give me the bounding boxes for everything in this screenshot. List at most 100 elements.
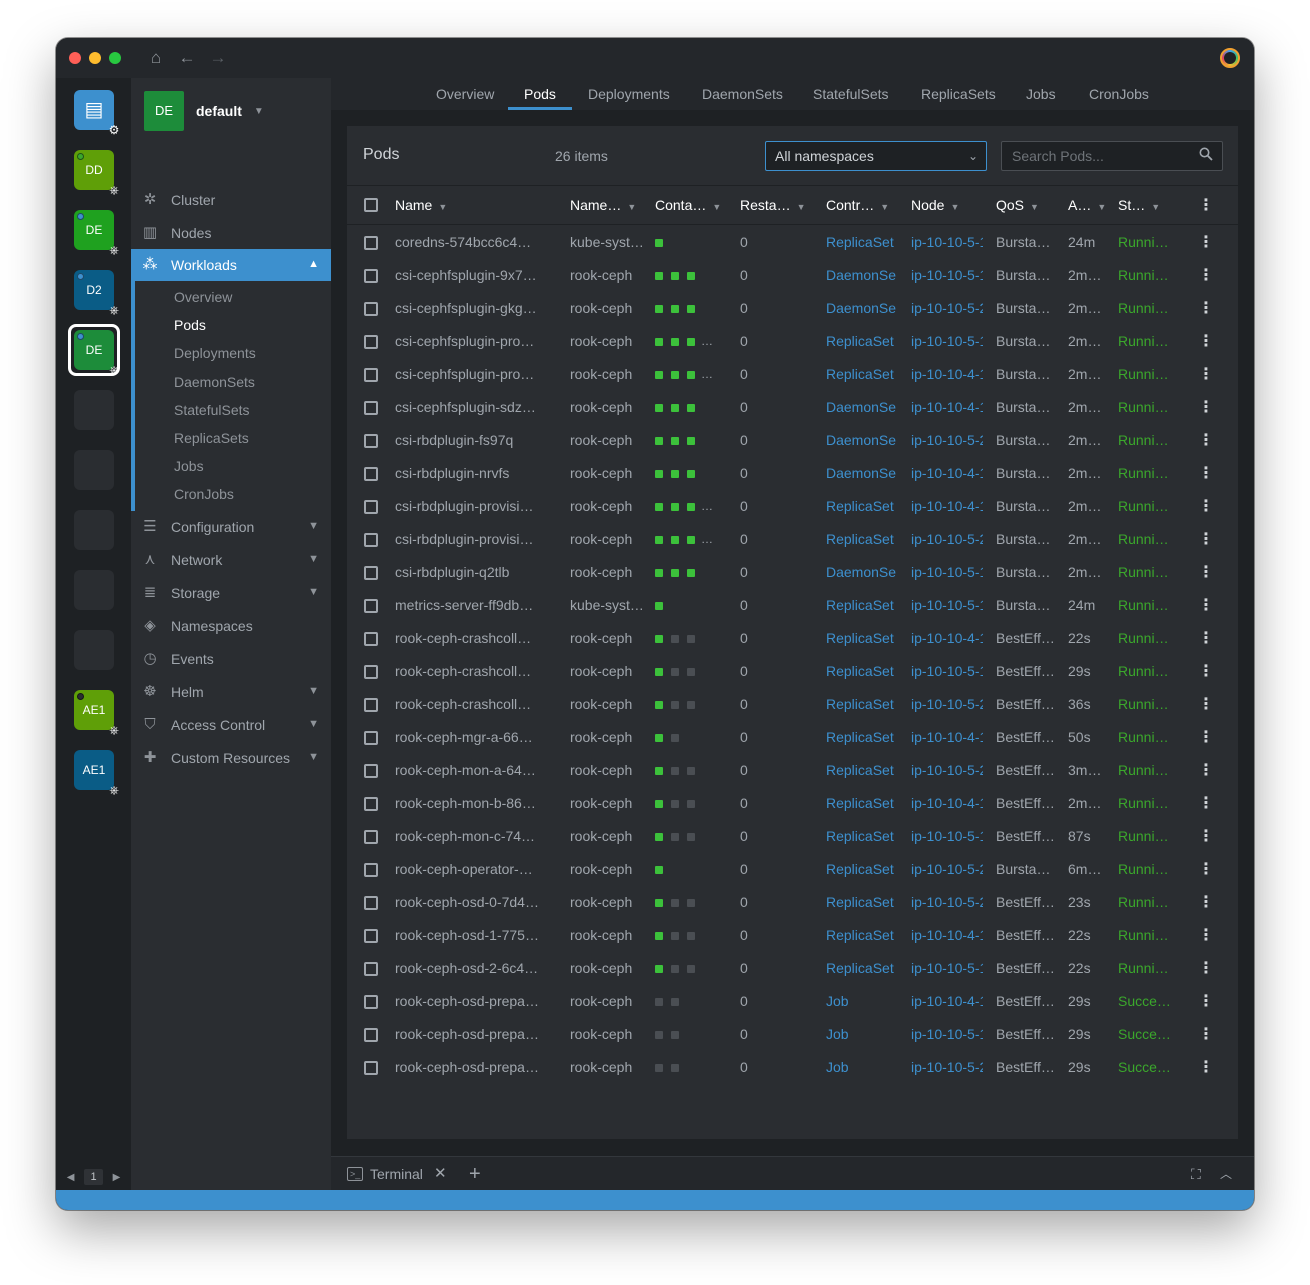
table-row[interactable]: rook-ceph-mgr-a-66… rook-ceph 0 ReplicaSet i… [347, 721, 1238, 754]
table-row[interactable]: rook-ceph-mon-a-64… rook-ceph 0 ReplicaSet i… [347, 754, 1238, 787]
tab-replicasets[interactable]: ReplicaSets [921, 78, 996, 110]
table-row[interactable]: csi-cephfsplugin-pro… rook-ceph … 0 ReplicaS… [347, 325, 1238, 358]
table-row[interactable]: rook-ceph-mon-c-74… rook-ceph 0 ReplicaSet i… [347, 820, 1238, 853]
controlled-by-link[interactable]: ReplicaSet [826, 589, 896, 622]
hotbar-cluster-4[interactable]: DE ⎈ [68, 324, 120, 377]
controlled-by-link[interactable]: ReplicaSet [826, 721, 896, 754]
row-checkbox[interactable] [364, 797, 378, 811]
sidebar-item-nodes[interactable]: ▥ Nodes [131, 216, 331, 249]
close-window-button[interactable] [69, 52, 81, 64]
controlled-by-link[interactable]: ReplicaSet [826, 358, 896, 391]
node-link[interactable]: ip-10-10-4-1 [911, 490, 983, 523]
row-checkbox[interactable] [364, 335, 378, 349]
row-checkbox[interactable] [364, 236, 378, 250]
hotbar-empty-slot[interactable] [74, 630, 114, 670]
node-link[interactable]: ip-10-10-5-2 [911, 754, 983, 787]
row-menu-icon[interactable]: ⋮ [1198, 622, 1214, 655]
row-checkbox[interactable] [364, 863, 378, 877]
tab-pods[interactable]: Pods [524, 78, 556, 110]
user-avatar-icon[interactable] [1220, 48, 1240, 68]
tab-jobs[interactable]: Jobs [1026, 78, 1056, 110]
controlled-by-link[interactable]: Job [826, 1051, 896, 1084]
column-header-qos[interactable]: QoS ▼ [996, 186, 1039, 225]
node-link[interactable]: ip-10-10-5-1 [911, 325, 983, 358]
subnav-item-statefulsets[interactable]: StatefulSets [135, 396, 331, 424]
table-row[interactable]: csi-cephfsplugin-pro… rook-ceph … 0 ReplicaS… [347, 358, 1238, 391]
controlled-by-link[interactable]: Job [826, 1018, 896, 1051]
controlled-by-link[interactable]: ReplicaSet [826, 655, 896, 688]
node-link[interactable]: ip-10-10-4-1 [911, 358, 983, 391]
table-row[interactable]: rook-ceph-operator-… rook-ceph 0 ReplicaSet… [347, 853, 1238, 886]
row-checkbox[interactable] [364, 500, 378, 514]
table-row[interactable]: csi-rbdplugin-q2tlb rook-ceph 0 DaemonSet ip… [347, 556, 1238, 589]
row-menu-icon[interactable]: ⋮ [1198, 259, 1214, 292]
sidebar-item-custom-resources[interactable]: ✚ Custom Resources ▼ [131, 742, 331, 775]
close-icon[interactable]: ✕ [434, 1157, 447, 1191]
row-checkbox[interactable] [364, 1028, 378, 1042]
row-checkbox[interactable] [364, 368, 378, 382]
table-row[interactable]: rook-ceph-osd-prepa… rook-ceph 0 Job ip-10-1… [347, 985, 1238, 1018]
controlled-by-link[interactable]: ReplicaSet [826, 853, 896, 886]
node-link[interactable]: ip-10-10-4-1 [911, 919, 983, 952]
cluster-header[interactable]: DE default ▼ [144, 91, 264, 131]
table-row[interactable]: rook-ceph-osd-1-775… rook-ceph 0 ReplicaSet… [347, 919, 1238, 952]
hotbar-cluster-0[interactable]: ▤ ⚙ [74, 90, 119, 137]
node-link[interactable]: ip-10-10-5-1 [911, 1018, 983, 1051]
row-menu-icon[interactable]: ⋮ [1198, 391, 1214, 424]
row-checkbox[interactable] [364, 698, 378, 712]
row-checkbox[interactable] [364, 731, 378, 745]
row-checkbox[interactable] [364, 434, 378, 448]
node-link[interactable]: ip-10-10-4-1 [911, 721, 983, 754]
hotbar-cluster-1[interactable]: DD ⎈ [74, 150, 119, 197]
tab-deployments[interactable]: Deployments [588, 78, 670, 110]
select-all-checkbox[interactable] [364, 198, 378, 212]
sidebar-item-cluster[interactable]: ✲ Cluster [131, 183, 331, 216]
table-row[interactable]: csi-rbdplugin-nrvfs rook-ceph 0 DaemonSet ip… [347, 457, 1238, 490]
table-row[interactable]: csi-rbdplugin-provisi… rook-ceph … 0 Replica… [347, 523, 1238, 556]
row-menu-icon[interactable]: ⋮ [1198, 457, 1214, 490]
row-checkbox[interactable] [364, 995, 378, 1009]
row-checkbox[interactable] [364, 533, 378, 547]
node-link[interactable]: ip-10-10-5-1 [911, 952, 983, 985]
sidebar-item-configuration[interactable]: ☰ Configuration ▼ [131, 511, 331, 544]
node-link[interactable]: ip-10-10-5-2 [911, 523, 983, 556]
sidebar-item-access-control[interactable]: ⛉ Access Control ▼ [131, 709, 331, 742]
controlled-by-link[interactable]: DaemonSet [826, 292, 896, 325]
column-header-node[interactable]: Node ▼ [911, 186, 959, 225]
controlled-by-link[interactable]: ReplicaSet [826, 523, 896, 556]
row-menu-icon[interactable]: ⋮ [1198, 325, 1214, 358]
sidebar-item-namespaces[interactable]: ◈ Namespaces [131, 610, 331, 643]
node-link[interactable]: ip-10-10-5-2 [911, 853, 983, 886]
row-menu-icon[interactable]: ⋮ [1198, 721, 1214, 754]
sidebar-item-events[interactable]: ◷ Events [131, 643, 331, 676]
add-tab-icon[interactable]: + [469, 1157, 481, 1191]
row-menu-icon[interactable]: ⋮ [1198, 754, 1214, 787]
row-menu-icon[interactable]: ⋮ [1198, 490, 1214, 523]
row-menu-icon[interactable]: ⋮ [1198, 688, 1214, 721]
table-row[interactable]: rook-ceph-crashcoll… rook-ceph 0 ReplicaSet… [347, 688, 1238, 721]
node-link[interactable]: ip-10-10-4-1 [911, 787, 983, 820]
tab-cronjobs[interactable]: CronJobs [1089, 78, 1149, 110]
back-arrow-icon[interactable]: ← [176, 48, 198, 68]
subnav-item-pods[interactable]: Pods [135, 311, 331, 339]
tab-overview[interactable]: Overview [436, 78, 494, 110]
sidebar-item-helm[interactable]: ☸ Helm ▼ [131, 676, 331, 709]
node-link[interactable]: ip-10-10-5-1 [911, 820, 983, 853]
search-input[interactable] [1001, 141, 1223, 171]
row-menu-icon[interactable]: ⋮ [1198, 952, 1214, 985]
zoom-window-button[interactable] [109, 52, 121, 64]
column-header-containers[interactable]: Conta… ▼ [655, 186, 721, 225]
row-checkbox[interactable] [364, 665, 378, 679]
row-menu-icon[interactable]: ⋮ [1198, 655, 1214, 688]
home-icon[interactable]: ⌂ [145, 48, 167, 68]
hotbar-cluster-3[interactable]: D2 ⎈ [74, 270, 119, 317]
sidebar-item-network[interactable]: ⋏ Network ▼ [131, 544, 331, 577]
controlled-by-link[interactable]: ReplicaSet [826, 226, 896, 259]
hotbar-cluster-2[interactable]: DE ⎈ [74, 210, 119, 257]
node-link[interactable]: ip-10-10-4-1 [911, 391, 983, 424]
table-row[interactable]: rook-ceph-osd-2-6c4… rook-ceph 0 ReplicaSet… [347, 952, 1238, 985]
controlled-by-link[interactable]: ReplicaSet [826, 952, 896, 985]
node-link[interactable]: ip-10-10-5-1 [911, 589, 983, 622]
node-link[interactable]: ip-10-10-4-1 [911, 457, 983, 490]
controlled-by-link[interactable]: ReplicaSet [826, 886, 896, 919]
